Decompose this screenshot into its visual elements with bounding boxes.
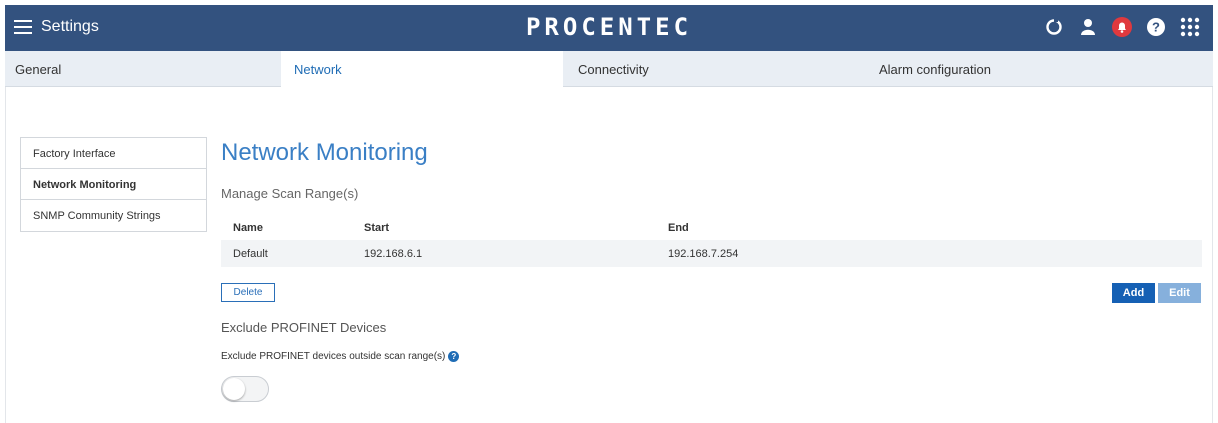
tab-bar: General Network Connectivity Alarm confi… xyxy=(5,51,1213,87)
scan-range-heading: Manage Scan Range(s) xyxy=(221,186,359,201)
exclude-profinet-heading: Exclude PROFINET Devices xyxy=(221,320,387,335)
top-bar: Settings PROCENTEC ? xyxy=(5,5,1213,51)
exclude-profinet-label: Exclude PROFINET devices outside scan ra… xyxy=(221,351,446,362)
delete-button[interactable]: Delete xyxy=(221,283,275,302)
edit-button[interactable]: Edit xyxy=(1158,283,1201,303)
brand-logo: PROCENTEC xyxy=(525,13,693,41)
sidebar: Factory Interface Network Monitoring SNM… xyxy=(20,137,207,232)
column-header-name: Name xyxy=(233,222,263,234)
sidebar-item-factory-interface[interactable]: Factory Interface xyxy=(21,138,206,169)
scan-range-table: Name Start End Default 192.168.6.1 192.1… xyxy=(221,215,1202,267)
content-area: Factory Interface Network Monitoring SNM… xyxy=(5,87,1213,423)
row-name: Default xyxy=(233,248,268,260)
column-header-end: End xyxy=(668,222,689,234)
exclude-profinet-toggle[interactable] xyxy=(221,376,269,402)
page-title: Network Monitoring xyxy=(221,139,428,166)
svg-text:?: ? xyxy=(1152,20,1160,35)
tab-alarm-configuration[interactable]: Alarm configuration xyxy=(873,51,1213,87)
help-icon[interactable]: ? xyxy=(1145,16,1167,38)
column-header-start: Start xyxy=(364,222,390,234)
toggle-knob xyxy=(223,378,245,400)
exclude-profinet-label-row: Exclude PROFINET devices outside scan ra… xyxy=(221,351,460,362)
table-header: Name Start End xyxy=(221,215,1202,240)
refresh-icon[interactable] xyxy=(1043,16,1065,38)
sidebar-item-network-monitoring[interactable]: Network Monitoring xyxy=(21,169,206,200)
help-icon[interactable]: ? xyxy=(448,351,460,362)
top-icons: ? xyxy=(1043,16,1201,38)
sidebar-item-snmp-community-strings[interactable]: SNMP Community Strings xyxy=(21,200,206,231)
bell-icon[interactable] xyxy=(1111,16,1133,38)
row-end: 192.168.7.254 xyxy=(668,248,739,260)
tab-network[interactable]: Network xyxy=(281,51,563,87)
tab-general[interactable]: General xyxy=(5,51,281,87)
tab-connectivity[interactable]: Connectivity xyxy=(563,51,873,87)
row-start: 192.168.6.1 xyxy=(364,248,423,260)
apps-grid-icon[interactable] xyxy=(1179,16,1201,38)
add-button[interactable]: Add xyxy=(1112,283,1155,303)
table-row[interactable]: Default 192.168.6.1 192.168.7.254 xyxy=(221,240,1202,267)
user-icon[interactable] xyxy=(1077,16,1099,38)
